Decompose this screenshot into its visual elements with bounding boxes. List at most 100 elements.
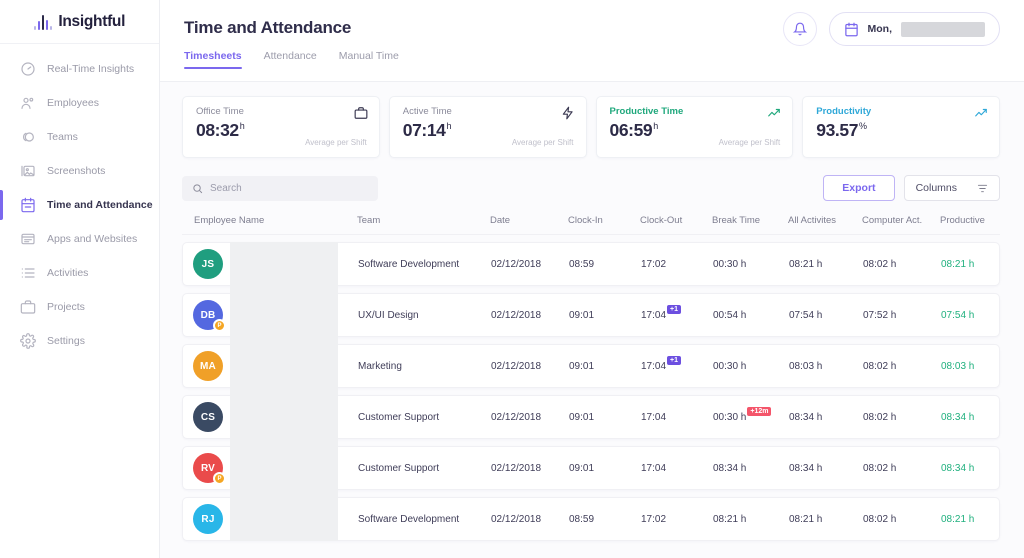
avatar-initials: JS <box>193 249 223 279</box>
team-cell: Software Development <box>358 513 460 525</box>
break-time-value: 00:54 h <box>713 309 747 321</box>
team-cell: Customer Support <box>358 411 440 423</box>
search-box[interactable] <box>182 175 378 201</box>
break-time-value: 00:30 h <box>713 360 747 372</box>
sidebar-item-apps-and-websites[interactable]: Apps and Websites <box>0 222 159 256</box>
employee-name-redacted <box>231 349 337 383</box>
productive-cell: 07:54 h <box>941 309 975 321</box>
sidebar-item-teams[interactable]: Teams <box>0 120 159 154</box>
image-icon <box>21 165 35 177</box>
break-time-cell: 00:30 h <box>713 361 789 372</box>
sidebar-item-screenshots[interactable]: Screenshots <box>0 154 159 188</box>
table-row[interactable]: JS Software Development 02/12/2018 08:59 17:… <box>182 242 1000 286</box>
sidebar-item-employees[interactable]: Employees <box>0 86 159 120</box>
column-header[interactable]: Break Time <box>712 215 788 226</box>
table-toolbar: Export Columns <box>182 175 1000 201</box>
trend-up-icon <box>767 106 781 120</box>
break-time-value: 08:34 h <box>713 462 747 474</box>
computer-act-cell: 08:02 h <box>863 258 897 270</box>
tab-timesheets[interactable]: Timesheets <box>184 50 242 69</box>
employee-cell: DB P <box>183 298 358 332</box>
columns-button[interactable]: Columns <box>903 175 1000 201</box>
computer-act-cell: 08:02 h <box>863 513 897 525</box>
column-header[interactable]: Clock-In <box>568 215 640 226</box>
column-header[interactable]: Employee Name <box>182 215 357 226</box>
break-time-cell: 00:30 h +12m <box>713 406 789 423</box>
calendar-icon <box>844 22 858 36</box>
clock-in-cell: 09:01 <box>569 411 595 423</box>
date-cell: 02/12/2018 <box>491 309 542 321</box>
team-cell: Marketing <box>358 360 402 372</box>
briefcase-icon <box>354 106 368 120</box>
sidebar-item-label: Teams <box>47 131 78 143</box>
date-picker-value-redacted <box>901 21 985 37</box>
teams-circles-icon <box>23 132 34 142</box>
avatar: CS <box>193 402 223 432</box>
export-button[interactable]: Export <box>823 175 895 201</box>
employee-cell: RV P <box>183 451 358 485</box>
clock-in-cell: 09:01 <box>569 309 595 321</box>
clock-out-value: 17:04 <box>641 411 667 423</box>
window-list-icon <box>21 233 35 245</box>
break-time-value: 08:21 h <box>713 513 747 525</box>
sidebar-item-label: Real-Time Insights <box>47 63 135 75</box>
sidebar-item-time-and-attendance[interactable]: Time and Attendance <box>0 188 159 222</box>
briefcase-icon <box>20 299 36 315</box>
productive-cell: 08:34 h <box>941 411 975 423</box>
table-body: JS Software Development 02/12/2018 08:59 17:… <box>182 242 1000 541</box>
team-cell: UX/UI Design <box>358 309 419 321</box>
computer-act-cell: 07:52 h <box>863 309 897 321</box>
brand-name: Insightful <box>58 12 126 30</box>
table-row[interactable]: RJ Software Development 02/12/2018 08:59 17:… <box>182 497 1000 541</box>
column-header[interactable]: All Activites <box>788 215 862 226</box>
clock-out-value: 17:02 <box>641 513 667 525</box>
stat-card-value: 93.57% <box>816 120 986 141</box>
date-cell: 02/12/2018 <box>491 411 542 423</box>
column-header[interactable]: Team <box>357 215 490 226</box>
date-picker-label: Mon, <box>867 23 893 35</box>
stat-card-number: 07:14 <box>402 120 446 140</box>
date-cell: 02/12/2018 <box>491 513 542 525</box>
break-time-value: 00:30 h <box>713 258 747 270</box>
sidebar-item-settings[interactable]: Settings <box>0 324 159 358</box>
stat-card-unit: % <box>859 121 867 132</box>
topbar-divider <box>160 81 1024 82</box>
main-area: Time and Attendance Timesheets Attendance… <box>160 0 1024 558</box>
break-time-cell: 00:30 h <box>713 259 789 270</box>
sidebar-item-real-time-insights[interactable]: Real-Time Insights <box>0 52 159 86</box>
notifications-button[interactable] <box>782 12 817 46</box>
column-header[interactable]: Clock-Out <box>640 215 712 226</box>
search-input[interactable] <box>210 182 368 194</box>
brand-logo[interactable]: Insightful <box>0 0 159 44</box>
employee-name-redacted <box>231 451 337 485</box>
sidebar-item-activities[interactable]: Activities <box>0 256 159 290</box>
avatar: JS <box>193 249 223 279</box>
table-row[interactable]: CS Customer Support 02/12/2018 09:01 17:04 00… <box>182 395 1000 439</box>
date-range-picker[interactable]: Mon, <box>828 12 1000 46</box>
table-row[interactable]: RV P Customer Support 02/12/2018 09:01 17:04 0… <box>182 446 1000 490</box>
column-header[interactable]: Productive <box>940 215 1006 226</box>
avatar-status-badge: P <box>213 319 226 332</box>
all-activities-cell: 08:34 h <box>789 411 823 423</box>
sidebar-item-label: Projects <box>47 301 85 313</box>
column-header[interactable]: Date <box>490 215 568 226</box>
stat-card-number: 93.57 <box>816 120 859 140</box>
lightning-icon <box>561 106 575 120</box>
table-row[interactable]: MA Marketing 02/12/2018 09:01 17:04 +1 00:30 h… <box>182 344 1000 388</box>
sidebar: Insightful Real-Time Insights Employees Te… <box>0 0 160 558</box>
sidebar-item-projects[interactable]: Projects <box>0 290 159 324</box>
stat-card-subtitle: Average per Shift <box>718 138 781 147</box>
employee-name-redacted <box>231 298 337 332</box>
break-time-value: 00:30 h <box>713 411 747 423</box>
column-header[interactable]: Computer Act. <box>862 215 940 226</box>
tab-manual-time[interactable]: Manual Time <box>339 50 399 69</box>
clock-in-cell: 09:01 <box>569 360 595 372</box>
avatar: RV P <box>193 453 226 485</box>
content-area: Office Time 08:32h Average per Shift Active… <box>160 82 1024 558</box>
tab-attendance[interactable]: Attendance <box>264 50 317 69</box>
break-time-cell: 00:54 h <box>713 310 789 321</box>
waveform-icon <box>33 14 53 30</box>
table-row[interactable]: DB P UX/UI Design 02/12/2018 09:01 17:04 +1 00:… <box>182 293 1000 337</box>
lightning-icon <box>562 106 573 120</box>
clock-out-cell: 17:04 +1 <box>641 355 713 372</box>
